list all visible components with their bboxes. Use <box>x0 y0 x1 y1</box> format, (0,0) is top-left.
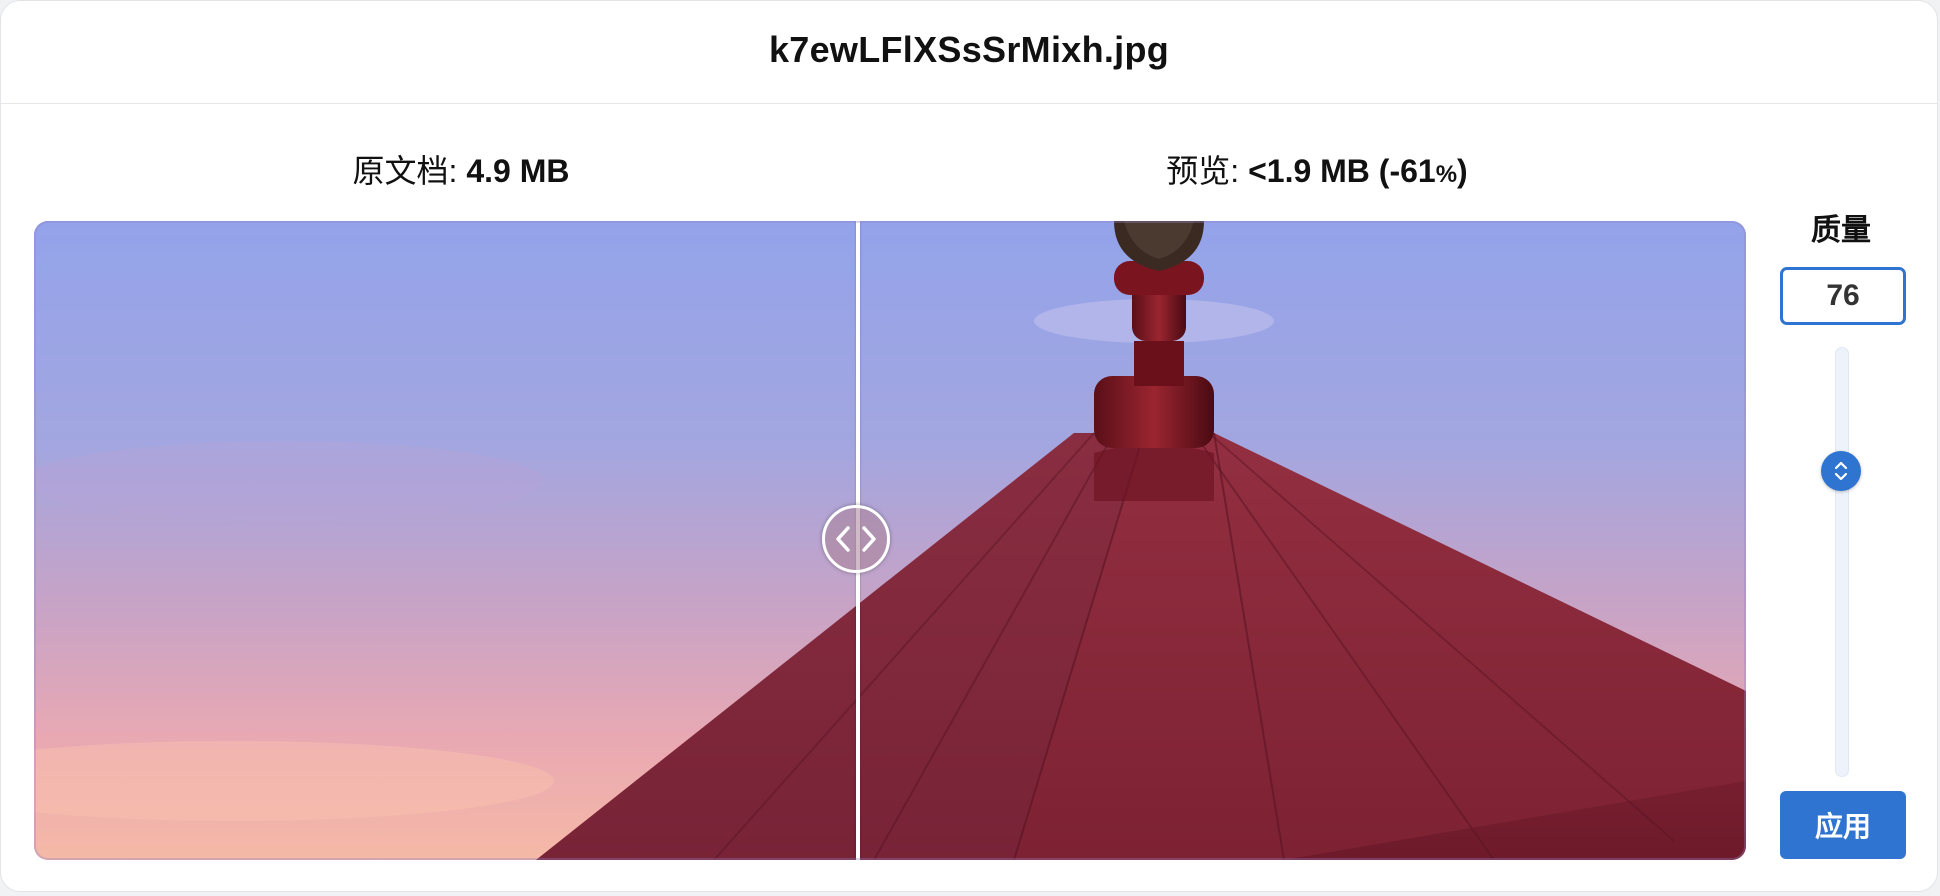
original-label-text: 原文档 <box>352 153 449 189</box>
up-down-chevrons-icon <box>1834 461 1848 481</box>
quality-value-input[interactable] <box>1780 267 1906 325</box>
before-after-compare-view[interactable] <box>34 221 1746 860</box>
preview-size-label: 预览: <1.9 MB (-61%) <box>1166 151 1467 195</box>
quality-slider-thumb[interactable] <box>1821 451 1861 491</box>
compare-slider-handle[interactable] <box>822 505 890 573</box>
original-size-label: 原文档: 4.9 MB <box>353 151 570 191</box>
apply-button[interactable]: 应用 <box>1780 791 1906 859</box>
preview-label-colon: : <box>1230 153 1249 189</box>
quality-label: 质量 <box>1811 214 1871 247</box>
quality-slider-track[interactable] <box>1835 347 1849 777</box>
sunset-roof-photo <box>34 221 1746 860</box>
preview-size-value: <1.9 MB (-61 <box>1248 153 1436 189</box>
original-label-colon: : <box>448 153 467 189</box>
file-name-title: k7ewLFlXSsSrMixh.jpg <box>768 29 1170 70</box>
image-compress-dialog: k7ewLFlXSsSrMixh.jpg 原文档: 4.9 MB 预览: <1.… <box>0 0 1938 892</box>
preview-label-text: 预览 <box>1166 153 1231 189</box>
quality-panel: 质量 应用 <box>1771 209 1911 869</box>
title-bar: k7ewLFlXSsSrMixh.jpg <box>1 1 1937 104</box>
left-right-chevrons-icon <box>836 526 876 552</box>
preview-percent-sign: % <box>1435 161 1458 188</box>
original-size-value: 4.9 MB <box>466 153 570 189</box>
preview-close-paren: ) <box>1457 153 1468 189</box>
finial-collar <box>1094 376 1214 448</box>
